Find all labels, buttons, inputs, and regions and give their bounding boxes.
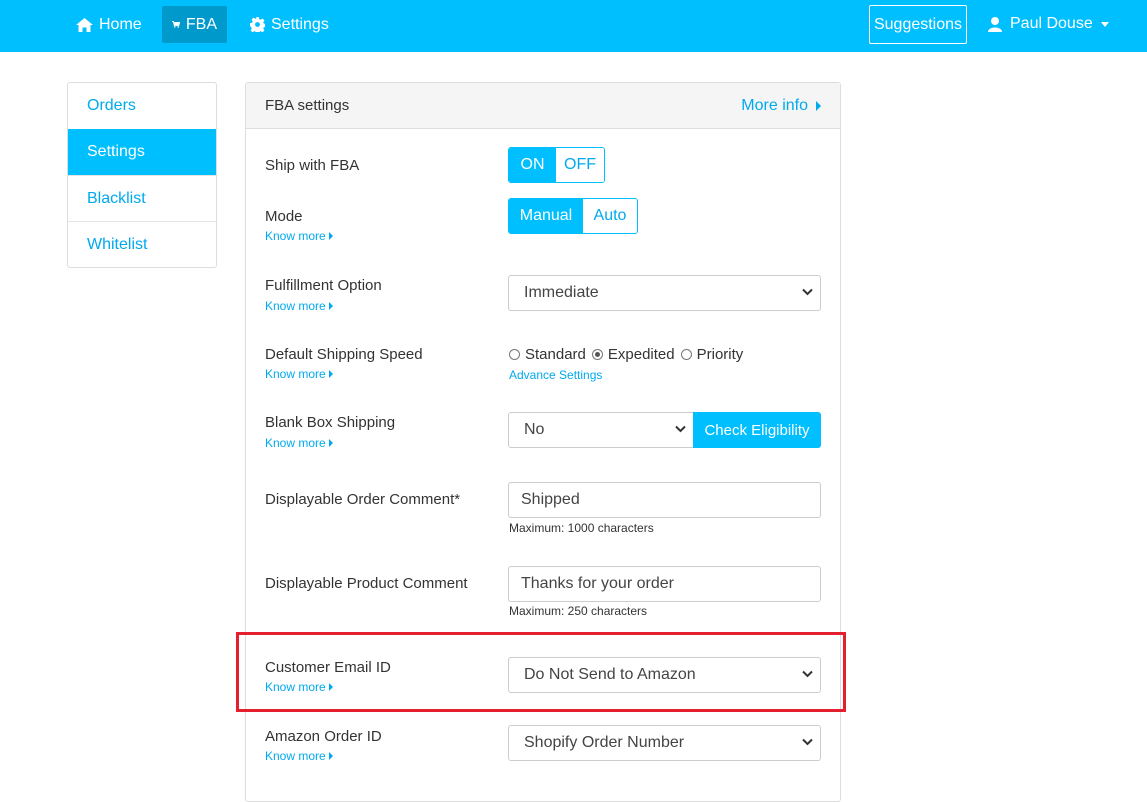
more-info-label: More info — [741, 96, 808, 114]
blank-box-know-more[interactable]: Know more — [265, 436, 333, 450]
caret-right-icon — [328, 752, 333, 760]
know-more-label: Know more — [265, 367, 326, 381]
nav-fba[interactable]: FBA — [162, 6, 227, 43]
caret-right-icon — [328, 232, 333, 240]
gear-icon — [250, 17, 265, 32]
mode-manual[interactable]: Manual — [509, 199, 583, 233]
nav-fba-label: FBA — [185, 15, 217, 33]
sidebar: Orders Settings Blacklist Whitelist — [67, 82, 217, 268]
order-comment-hint: Maximum: 1000 characters — [509, 521, 654, 535]
sidebar-item-whitelist[interactable]: Whitelist — [68, 221, 216, 267]
nav-settings[interactable]: Settings — [240, 6, 339, 43]
nav-home[interactable]: Home — [66, 6, 152, 43]
order-comment-label: Displayable Order Comment* — [265, 491, 461, 508]
amazon-order-id-select[interactable]: Shopify Order Number — [508, 725, 821, 761]
check-eligibility-button[interactable]: Check Eligibility — [693, 412, 821, 448]
nav-settings-label: Settings — [271, 15, 329, 33]
advance-settings-link[interactable]: Advance Settings — [509, 368, 602, 382]
mode-auto[interactable]: Auto — [583, 199, 637, 233]
radio-expedited-label: Expedited — [607, 346, 675, 363]
fulfillment-option-label: Fulfillment Option — [265, 277, 382, 294]
ship-with-fba-off[interactable]: OFF — [556, 148, 604, 182]
panel-title: FBA settings — [265, 97, 350, 114]
ship-with-fba-on[interactable]: ON — [509, 148, 556, 182]
mode-label: Mode — [265, 208, 303, 225]
radio-expedited[interactable] — [591, 349, 603, 360]
radio-standard[interactable] — [509, 349, 520, 360]
cart-icon — [172, 21, 180, 28]
sidebar-item-settings[interactable]: Settings — [68, 129, 216, 175]
radio-priority-label: Priority — [696, 346, 744, 363]
fulfillment-option-select[interactable]: Immediate — [508, 275, 821, 311]
sidebar-item-blacklist[interactable]: Blacklist — [68, 175, 216, 221]
radio-priority[interactable] — [680, 349, 692, 360]
blank-box-value: No — [524, 421, 545, 438]
shipping-speed-label: Default Shipping Speed — [265, 346, 423, 363]
amazon-order-id-value: Shopify Order Number — [524, 734, 685, 751]
know-more-label: Know more — [265, 229, 326, 243]
fulfillment-option-value: Immediate — [524, 284, 599, 301]
caret-right-icon — [328, 370, 333, 378]
chevron-down-icon — [802, 738, 813, 746]
user-icon — [988, 16, 1002, 32]
highlight-box — [236, 632, 846, 712]
order-comment-input[interactable]: Shipped — [508, 482, 821, 518]
product-comment-input[interactable]: Thanks for your order — [508, 566, 821, 602]
product-comment-label: Displayable Product Comment — [265, 575, 468, 592]
shipping-speed-radios: Standard Expedited Priority — [509, 346, 749, 363]
mode-toggle: Manual Auto — [508, 198, 638, 234]
top-navbar: Home FBA Settings Suggestions Paul Douse — [0, 0, 1147, 52]
user-name: Paul Douse — [1010, 15, 1093, 32]
fulfillment-know-more[interactable]: Know more — [265, 299, 333, 313]
know-more-label: Know more — [265, 436, 326, 450]
panel-header: FBA settings More info — [246, 83, 840, 129]
caret-right-icon — [328, 302, 333, 310]
mode-know-more[interactable]: Know more — [265, 229, 333, 243]
nav-home-label: Home — [99, 15, 142, 33]
sidebar-item-orders[interactable]: Orders — [68, 83, 216, 129]
blank-box-select[interactable]: No — [508, 412, 694, 448]
know-more-label: Know more — [265, 749, 326, 763]
blank-box-label: Blank Box Shipping — [265, 414, 396, 431]
home-icon — [76, 17, 93, 32]
caret-right-icon — [328, 439, 333, 447]
product-comment-hint: Maximum: 250 characters — [509, 604, 648, 618]
shipping-speed-know-more[interactable]: Know more — [265, 367, 333, 381]
know-more-label: Know more — [265, 299, 326, 313]
chevron-down-icon — [675, 425, 686, 433]
caret-down-icon — [1100, 21, 1109, 27]
user-menu[interactable]: Paul Douse — [988, 6, 1109, 42]
ship-with-fba-label: Ship with FBA — [265, 157, 360, 174]
suggestions-button[interactable]: Suggestions — [869, 5, 967, 44]
ship-with-fba-toggle: ON OFF — [508, 147, 605, 183]
amazon-order-id-know-more[interactable]: Know more — [265, 749, 333, 763]
amazon-order-id-label: Amazon Order ID — [265, 728, 382, 745]
chevron-down-icon — [802, 288, 813, 296]
caret-right-icon — [816, 100, 821, 111]
more-info-link[interactable]: More info — [741, 97, 821, 115]
radio-standard-label: Standard — [525, 346, 586, 363]
